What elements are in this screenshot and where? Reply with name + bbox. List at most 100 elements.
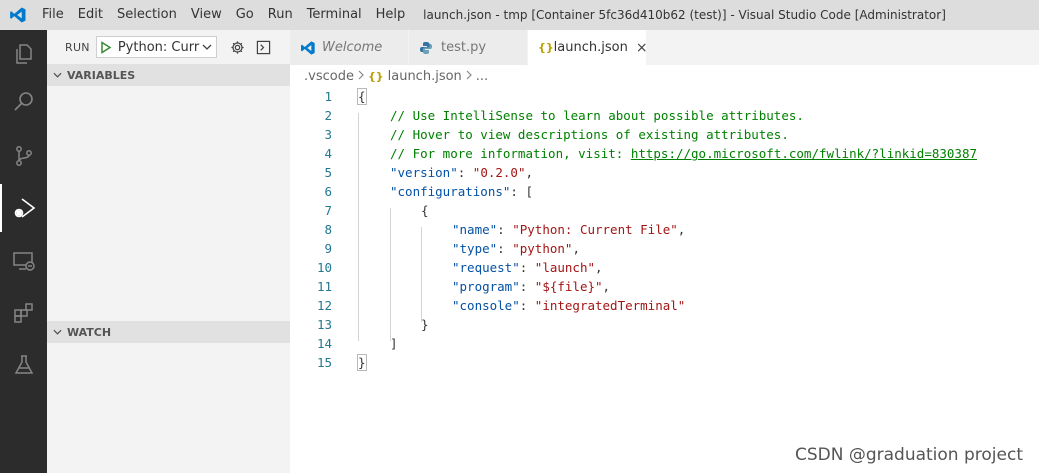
code-line: 2 // Use IntelliSense to learn about pos… <box>290 106 1039 125</box>
tab-launch-json[interactable]: {} launch.json × <box>528 30 648 65</box>
chevron-down-icon <box>200 44 214 50</box>
explorer-icon[interactable] <box>0 30 47 78</box>
json-key: "version" <box>390 165 458 180</box>
code-line: 3 // Hover to view descriptions of exist… <box>290 125 1039 144</box>
json-key: "configurations" <box>390 184 511 199</box>
code-line: 14 ] <box>290 334 1039 353</box>
line-number: 12 <box>316 298 332 313</box>
title-bar: File Edit Selection View Go Run Terminal… <box>0 0 1039 30</box>
json-key: "console" <box>452 298 520 313</box>
source-control-icon[interactable] <box>0 132 47 180</box>
tab-label: test.py <box>441 40 487 55</box>
chevron-right-icon <box>466 69 472 83</box>
search-icon[interactable] <box>0 78 47 126</box>
chevron-down-icon <box>53 329 67 335</box>
run-sidebar: RUN Python: Curr VARIABLES WATCH <box>47 30 290 473</box>
line-number: 11 <box>316 279 332 294</box>
chevron-down-icon <box>53 72 67 78</box>
watermark: CSDN @graduation project <box>794 445 1023 465</box>
tab-welcome[interactable]: Welcome <box>290 30 409 65</box>
menu-edit[interactable]: Edit <box>71 0 110 30</box>
menu-file[interactable]: File <box>35 0 71 30</box>
line-number: 4 <box>324 146 332 161</box>
code-link[interactable]: https://go.microsoft.com/fwlink/?linkid=… <box>631 146 977 161</box>
json-value: "${file}" <box>534 279 603 294</box>
code-line: 9 "type": "python", <box>290 239 1039 258</box>
code-line: 4 // For more information, visit: https:… <box>290 144 1039 163</box>
json-key: "type" <box>452 241 498 256</box>
gear-icon[interactable] <box>225 36 251 58</box>
testing-flask-icon[interactable] <box>0 341 47 389</box>
code-line: 10 "request": "launch", <box>290 258 1039 277</box>
tab-test-py[interactable]: test.py <box>409 30 528 65</box>
breadcrumb-file[interactable]: launch.json <box>388 69 462 84</box>
launch-config-name: Python: Curr <box>117 39 200 55</box>
line-number: 15 <box>316 355 332 370</box>
variables-section-header[interactable]: VARIABLES <box>47 64 290 86</box>
menu-view[interactable]: View <box>184 0 229 30</box>
run-toolbar: RUN Python: Curr <box>47 30 290 64</box>
python-file-icon <box>419 41 441 55</box>
json-value: "integratedTerminal" <box>534 298 686 313</box>
debug-console-icon[interactable] <box>251 36 277 58</box>
breadcrumb-folder[interactable]: .vscode <box>304 69 354 84</box>
tab-label: launch.json <box>553 40 628 55</box>
remote-explorer-icon[interactable] <box>0 237 47 285</box>
menu-go[interactable]: Go <box>229 0 261 30</box>
json-key: "name" <box>452 222 498 237</box>
breadcrumb: .vscode {} launch.json ... <box>290 65 1039 87</box>
json-file-icon: {} <box>538 41 554 54</box>
editor-tabs: Welcome test.py {} launch.json × <box>290 30 1039 65</box>
code-punct: } <box>421 317 429 332</box>
line-number: 3 <box>324 127 332 142</box>
code-line: 5 "version": "0.2.0", <box>290 163 1039 182</box>
code-comment: // Hover to view descriptions of existin… <box>390 127 789 142</box>
line-number: 2 <box>324 108 332 123</box>
json-key: "program" <box>452 279 520 294</box>
line-number: 7 <box>324 203 332 218</box>
code-punct: } <box>357 354 367 371</box>
code-line: 11 "program": "${file}", <box>290 277 1039 296</box>
json-value: "launch" <box>534 260 596 275</box>
menu-run[interactable]: Run <box>261 0 300 30</box>
code-comment: // For more information, visit: <box>390 146 631 161</box>
json-key: "request" <box>452 260 520 275</box>
menu-bar: File Edit Selection View Go Run Terminal… <box>35 0 412 30</box>
code-line: 7 { <box>290 201 1039 220</box>
json-braces: {} <box>538 41 554 54</box>
chevron-right-icon <box>358 69 364 83</box>
line-number: 10 <box>316 260 332 275</box>
json-value: "0.2.0" <box>472 165 526 180</box>
code-editor[interactable]: 1 { 2 // Use IntelliSense to learn about… <box>290 87 1039 372</box>
json-value: "python" <box>512 241 573 256</box>
vscode-logo-icon[interactable] <box>0 0 35 30</box>
code-line: 12 "console": "integratedTerminal" <box>290 296 1039 315</box>
code-comment: // Use IntelliSense to learn about possi… <box>390 108 804 123</box>
code-punct: ] <box>390 336 398 351</box>
json-value: "Python: Current File" <box>512 222 678 237</box>
close-icon[interactable]: × <box>636 40 648 56</box>
line-number: 9 <box>324 241 332 256</box>
line-number: 6 <box>324 184 332 199</box>
run-debug-icon[interactable] <box>0 184 47 232</box>
launch-config-select[interactable]: Python: Curr <box>95 36 217 58</box>
menu-help[interactable]: Help <box>369 0 413 30</box>
code-line: 8 "name": "Python: Current File", <box>290 220 1039 239</box>
json-file-icon: {} <box>367 69 384 83</box>
start-debugging-icon[interactable] <box>100 40 116 54</box>
watch-section-header[interactable]: WATCH <box>47 321 290 343</box>
run-label: RUN <box>65 40 90 54</box>
extensions-icon[interactable] <box>0 289 47 337</box>
menu-terminal[interactable]: Terminal <box>300 0 369 30</box>
breadcrumb-more[interactable]: ... <box>476 69 488 84</box>
vscode-logo-icon <box>300 40 322 56</box>
code-punct: : [ <box>510 184 533 199</box>
line-number: 1 <box>324 89 332 104</box>
line-number: 5 <box>324 165 332 180</box>
code-line: 1 { <box>290 87 1039 106</box>
editor-area: Welcome test.py {} launch.json × .vscode… <box>290 30 1039 473</box>
line-number: 8 <box>324 222 332 237</box>
code-text: { <box>357 88 367 105</box>
menu-selection[interactable]: Selection <box>110 0 184 30</box>
line-number: 14 <box>316 336 332 351</box>
